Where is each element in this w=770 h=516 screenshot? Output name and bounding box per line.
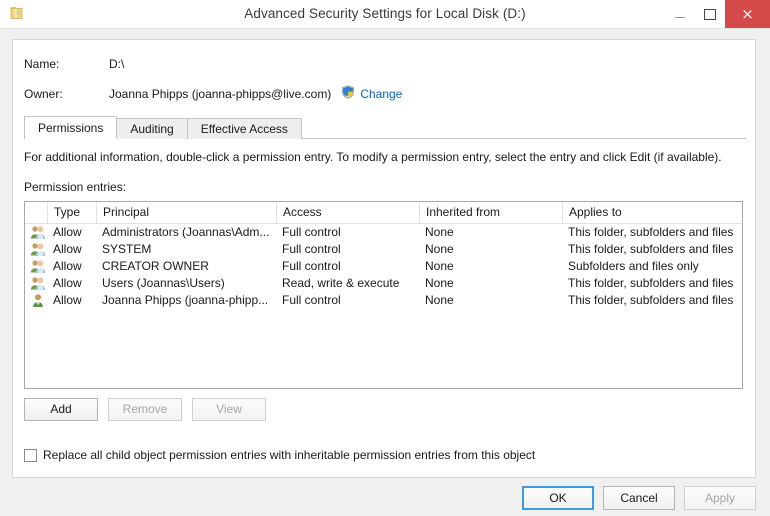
uac-shield-icon bbox=[341, 85, 355, 102]
tab-permissions[interactable]: Permissions bbox=[24, 116, 118, 139]
cell-inherited-from: None bbox=[425, 259, 454, 273]
column-header-icon[interactable] bbox=[25, 202, 47, 223]
name-row: Name: D:\ bbox=[24, 57, 124, 71]
cell-inherited-from: None bbox=[425, 293, 454, 307]
tab-strip: Permissions Auditing Effective Access bbox=[24, 116, 302, 139]
cell-access: Read, write & execute bbox=[282, 276, 400, 290]
permission-action-buttons: Add Remove View bbox=[24, 398, 266, 421]
ok-button[interactable]: OK bbox=[522, 486, 594, 510]
dialog-footer: OK Cancel Apply bbox=[522, 486, 756, 510]
remove-button: Remove bbox=[108, 398, 182, 421]
add-button[interactable]: Add bbox=[24, 398, 98, 421]
close-icon: × bbox=[741, 4, 754, 23]
list-header-row: Type Principal Access Inherited from App… bbox=[25, 202, 742, 224]
cell-type: Allow bbox=[53, 242, 82, 256]
owner-value: Joanna Phipps (joanna-phipps@live.com) bbox=[109, 86, 332, 101]
name-value: D:\ bbox=[109, 57, 125, 71]
group-icon bbox=[30, 259, 46, 274]
table-row[interactable]: Allow Administrators (Joannas\Adm... Full … bbox=[25, 224, 742, 241]
table-row[interactable]: Allow Joanna Phipps (joanna-phipp... Full … bbox=[25, 292, 742, 309]
name-label: Name: bbox=[24, 57, 60, 71]
cell-principal: Joanna Phipps (joanna-phipp... bbox=[102, 293, 269, 307]
cell-applies-to: This folder, subfolders and files bbox=[568, 242, 734, 256]
user-icon bbox=[30, 293, 46, 308]
cell-inherited-from: None bbox=[425, 242, 454, 256]
tab-effective-access[interactable]: Effective Access bbox=[186, 118, 302, 139]
dialog-panel: Name: D:\ Owner: Joanna Phipps (joanna-ph… bbox=[12, 39, 756, 478]
cell-type: Allow bbox=[53, 276, 82, 290]
close-button[interactable]: × bbox=[725, 0, 770, 28]
cell-principal: SYSTEM bbox=[102, 242, 152, 256]
column-header-principal[interactable]: Principal bbox=[96, 202, 276, 223]
cell-inherited-from: None bbox=[425, 276, 454, 290]
cell-type: Allow bbox=[53, 225, 82, 239]
minimize-button[interactable] bbox=[665, 0, 695, 28]
owner-label: Owner: bbox=[24, 86, 63, 101]
group-icon bbox=[30, 225, 46, 240]
cell-principal: Users (Joannas\Users) bbox=[102, 276, 225, 290]
permission-entries-list[interactable]: Type Principal Access Inherited from App… bbox=[24, 201, 743, 389]
column-header-type[interactable]: Type bbox=[47, 202, 96, 223]
tab-active-mask bbox=[25, 138, 116, 139]
cell-applies-to: This folder, subfolders and files bbox=[568, 225, 734, 239]
group-icon bbox=[30, 276, 46, 291]
permission-rows: Allow Administrators (Joannas\Adm... Full … bbox=[25, 224, 742, 309]
maximize-button[interactable] bbox=[695, 0, 725, 28]
cell-principal: CREATOR OWNER bbox=[102, 259, 209, 273]
table-row[interactable]: Allow CREATOR OWNER Full control None Subfol… bbox=[25, 258, 742, 275]
cell-type: Allow bbox=[53, 259, 82, 273]
change-owner-link[interactable]: Change bbox=[360, 87, 402, 101]
cell-applies-to: This folder, subfolders and files bbox=[568, 276, 734, 290]
owner-row: Owner: Joanna Phipps (joanna-phipps@live… bbox=[24, 85, 402, 102]
minimize-icon bbox=[675, 16, 685, 18]
maximize-icon bbox=[704, 8, 716, 20]
cancel-button[interactable]: Cancel bbox=[603, 486, 675, 510]
replace-child-permissions-checkbox[interactable] bbox=[24, 448, 37, 462]
caption-buttons: × bbox=[665, 0, 770, 28]
cell-access: Full control bbox=[282, 293, 341, 307]
title-bar: Advanced Security Settings for Local Dis… bbox=[0, 0, 770, 29]
table-row[interactable]: Allow SYSTEM Full control None This folder, … bbox=[25, 241, 742, 258]
cell-principal: Administrators (Joannas\Adm... bbox=[102, 225, 270, 239]
tab-auditing[interactable]: Auditing bbox=[116, 118, 188, 139]
window-title: Advanced Security Settings for Local Dis… bbox=[244, 6, 526, 21]
cell-applies-to: This folder, subfolders and files bbox=[568, 293, 734, 307]
view-button: View bbox=[192, 398, 266, 421]
permission-entries-label: Permission entries: bbox=[24, 180, 127, 194]
replace-child-permissions-label: Replace all child object permission entr… bbox=[43, 448, 536, 462]
table-row[interactable]: Allow Users (Joannas\Users) Read, write & … bbox=[25, 275, 742, 292]
apply-button: Apply bbox=[684, 486, 756, 510]
cell-access: Full control bbox=[282, 225, 341, 239]
cell-type: Allow bbox=[53, 293, 82, 307]
column-header-access[interactable]: Access bbox=[276, 202, 419, 223]
column-header-inherited-from[interactable]: Inherited from bbox=[419, 202, 562, 223]
info-text: For additional information, double-click… bbox=[24, 150, 722, 164]
cell-access: Full control bbox=[282, 259, 341, 273]
cell-applies-to: Subfolders and files only bbox=[568, 259, 699, 273]
replace-child-permissions-row[interactable]: Replace all child object permission entr… bbox=[24, 448, 535, 462]
cell-inherited-from: None bbox=[425, 225, 454, 239]
group-icon bbox=[30, 242, 46, 257]
column-header-applies-to[interactable]: Applies to bbox=[562, 202, 742, 223]
cell-access: Full control bbox=[282, 242, 341, 256]
